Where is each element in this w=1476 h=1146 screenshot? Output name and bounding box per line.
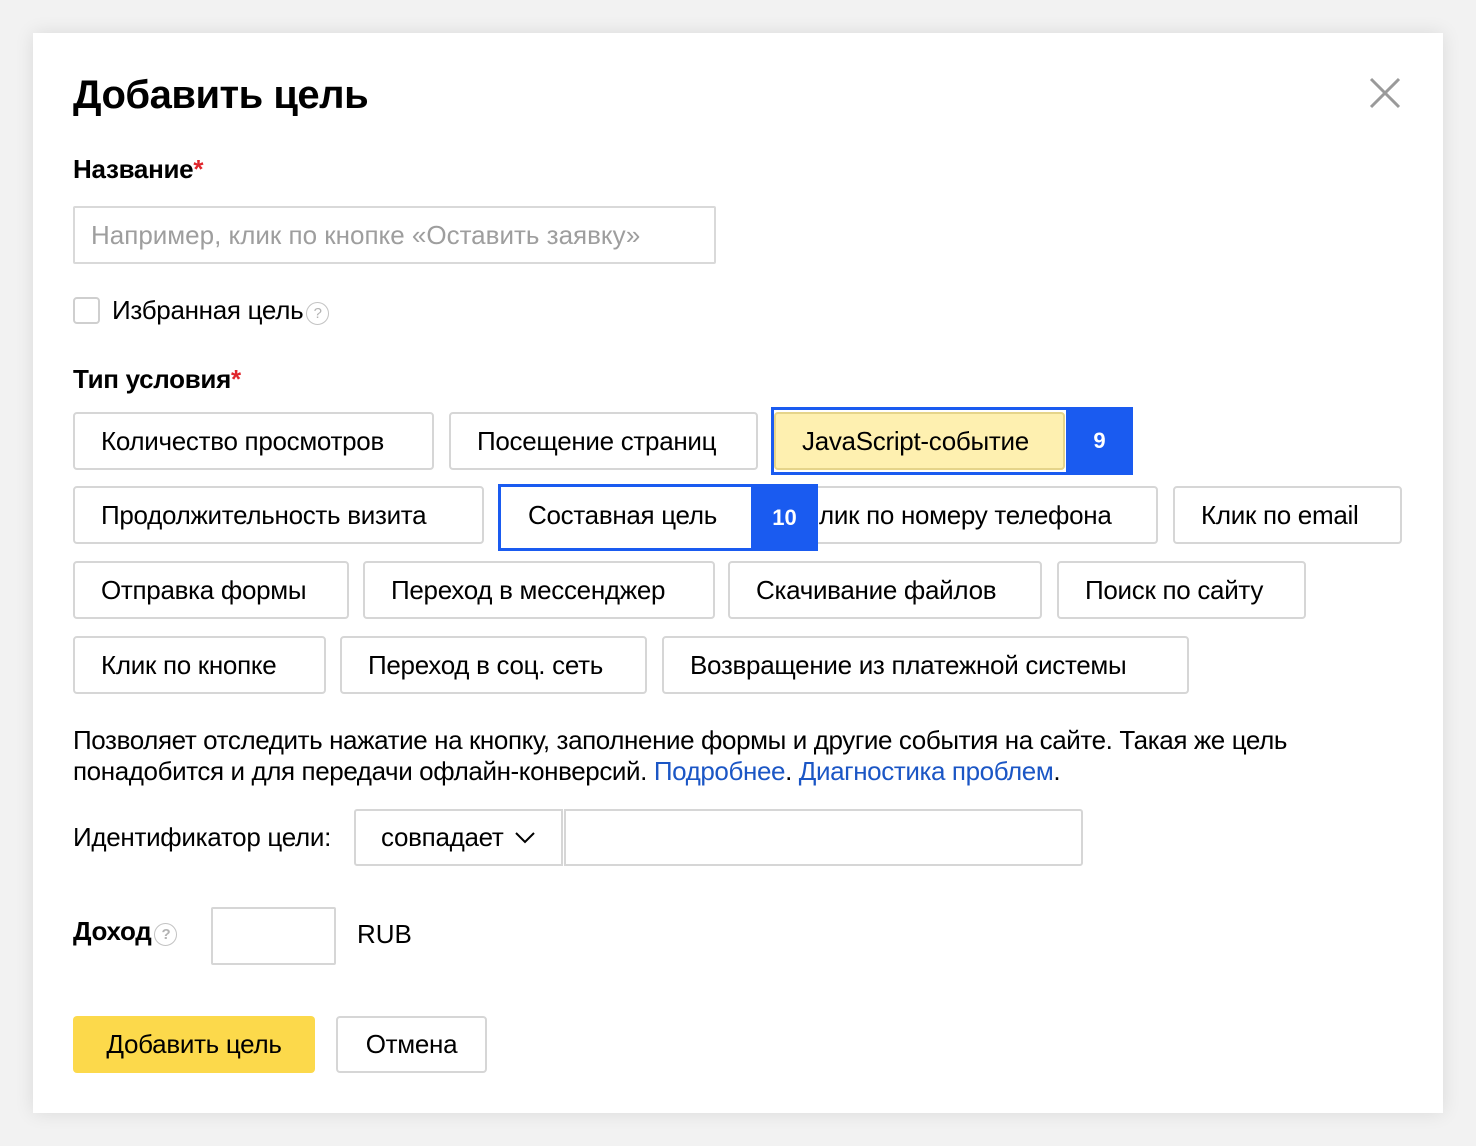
favorite-goal-checkbox[interactable] bbox=[73, 297, 100, 324]
name-label: Название* bbox=[73, 154, 203, 185]
close-icon[interactable] bbox=[1367, 75, 1403, 111]
income-label: Доход ? bbox=[73, 916, 178, 947]
help-icon[interactable]: ? bbox=[154, 922, 178, 946]
goal-name-input[interactable] bbox=[73, 206, 716, 264]
goal-id-operator-select[interactable]: совпадает bbox=[354, 809, 563, 866]
type-option-visit-duration[interactable]: Продолжительность визита bbox=[73, 486, 484, 544]
type-option-form-submit[interactable]: Отправка формы bbox=[73, 561, 349, 619]
type-option-payment-return[interactable]: Возвращение из платежной системы bbox=[662, 636, 1189, 694]
goal-id-label: Идентификатор цели: bbox=[73, 822, 332, 852]
description-end: . bbox=[1053, 756, 1061, 786]
income-label-text: Доход bbox=[73, 916, 152, 946]
add-goal-button[interactable]: Добавить цель bbox=[73, 1016, 315, 1073]
phone-click-label: лик по номеру телефона bbox=[819, 499, 1112, 530]
type-option-composite-goal[interactable]: Составная цель bbox=[500, 486, 751, 544]
type-option-messenger[interactable]: Переход в мессенджер bbox=[363, 561, 715, 619]
income-input[interactable] bbox=[211, 907, 336, 965]
type-option-site-search[interactable]: Поиск по сайту bbox=[1057, 561, 1306, 619]
help-icon[interactable]: ? bbox=[306, 301, 330, 325]
cancel-button[interactable]: Отмена bbox=[336, 1016, 487, 1073]
type-option-button-click[interactable]: Клик по кнопке bbox=[73, 636, 326, 694]
operator-value: совпадает bbox=[381, 822, 504, 852]
currency-label: RUB bbox=[357, 919, 412, 949]
required-mark: * bbox=[230, 364, 241, 394]
description-separator: . bbox=[785, 756, 799, 786]
condition-type-label-text: Тип условия bbox=[73, 364, 231, 394]
favorite-goal-label: Избранная цель bbox=[112, 295, 304, 325]
condition-type-label: Тип условия* bbox=[73, 364, 241, 395]
favorite-goal-row: Избранная цель ? bbox=[73, 295, 330, 326]
name-label-text: Название bbox=[73, 154, 194, 184]
more-link[interactable]: Подробнее bbox=[654, 756, 786, 786]
type-option-page-visits[interactable]: Посещение страниц bbox=[449, 412, 758, 470]
type-option-javascript-event[interactable]: JavaScript-событие bbox=[774, 412, 1065, 470]
chevron-down-icon bbox=[514, 831, 535, 843]
condition-description: Позволяет отследить нажатие на кнопку, з… bbox=[73, 725, 1393, 787]
required-mark: * bbox=[193, 154, 204, 184]
goal-id-input[interactable] bbox=[564, 809, 1083, 866]
type-option-pageviews[interactable]: Количество просмотров bbox=[73, 412, 434, 470]
type-option-file-download[interactable]: Скачивание файлов bbox=[728, 561, 1042, 619]
type-option-email-click[interactable]: Клик по email bbox=[1173, 486, 1402, 544]
type-option-social-network[interactable]: Переход в соц. сеть bbox=[340, 636, 647, 694]
annotation-badge-9: 9 bbox=[1066, 407, 1133, 475]
diagnostics-link[interactable]: Диагностика проблем bbox=[799, 756, 1054, 786]
dialog-title: Добавить цель bbox=[73, 73, 369, 117]
annotation-badge-10: 10 bbox=[751, 484, 818, 551]
type-option-phone-click[interactable]: лик по номеру телефона bbox=[791, 486, 1158, 544]
add-goal-dialog: Добавить цель Название* Избранная цель ?… bbox=[33, 33, 1443, 1113]
